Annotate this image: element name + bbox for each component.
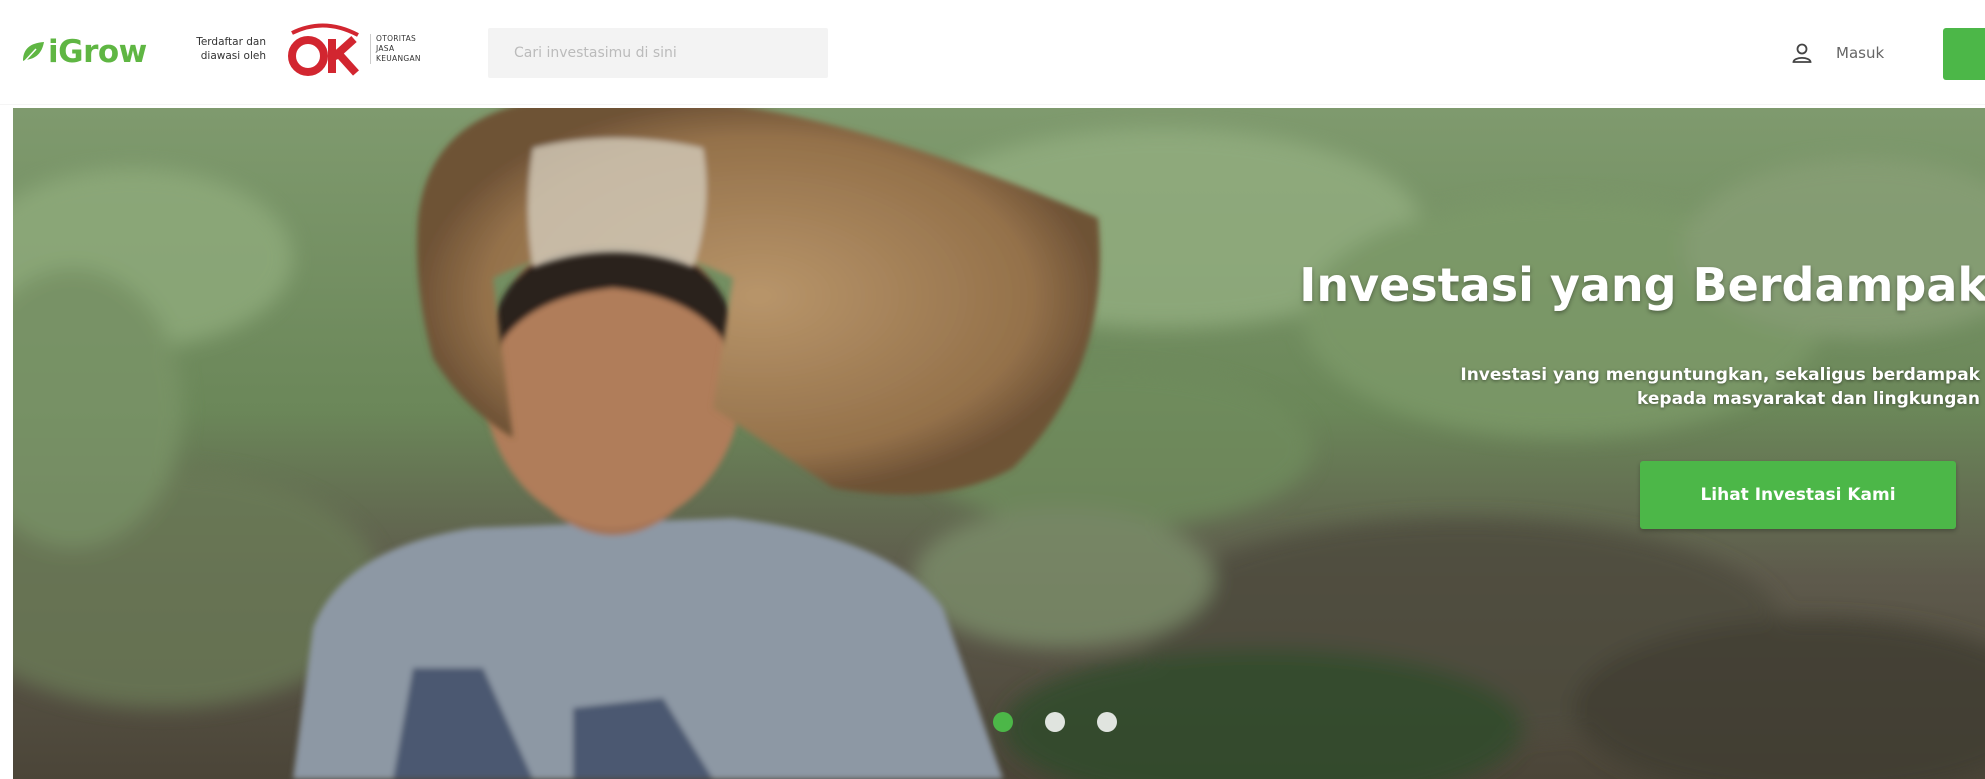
hero-image <box>13 108 1985 779</box>
register-button[interactable] <box>1943 28 1985 80</box>
leaf-icon <box>23 42 44 63</box>
ojk-logo <box>288 23 359 76</box>
login-link[interactable]: Masuk <box>1790 35 1884 71</box>
ojk-fullname: OTORITAS JASA KEUANGAN <box>370 34 421 64</box>
brand-logo[interactable]: iGrow <box>20 30 147 74</box>
hero-subtitle: Investasi yang menguntungkan, sekaligus … <box>1460 365 1980 409</box>
site-header: iGrow Terdaftar dan diawasi oleh OTORITA… <box>0 0 1985 104</box>
user-icon <box>1792 43 1812 63</box>
carousel-indicators <box>993 712 1117 732</box>
ojk-caption: Terdaftar dan diawasi oleh <box>196 36 266 62</box>
ojk-registration: Terdaftar dan diawasi oleh OTORITAS JASA… <box>166 14 421 84</box>
carousel-dot-2[interactable] <box>1045 712 1065 732</box>
carousel-dot-1[interactable] <box>993 712 1013 732</box>
carousel-dot-3[interactable] <box>1097 712 1117 732</box>
hero-title: Investasi yang Berdampak <box>1299 258 1985 312</box>
view-investments-button[interactable]: Lihat Investasi Kami <box>1640 461 1956 529</box>
login-label: Masuk <box>1836 44 1885 62</box>
hero-banner: Investasi yang Berdampak Investasi yang … <box>13 108 1985 779</box>
search-input[interactable] <box>488 28 828 78</box>
brand-name: iGrow <box>48 34 147 70</box>
